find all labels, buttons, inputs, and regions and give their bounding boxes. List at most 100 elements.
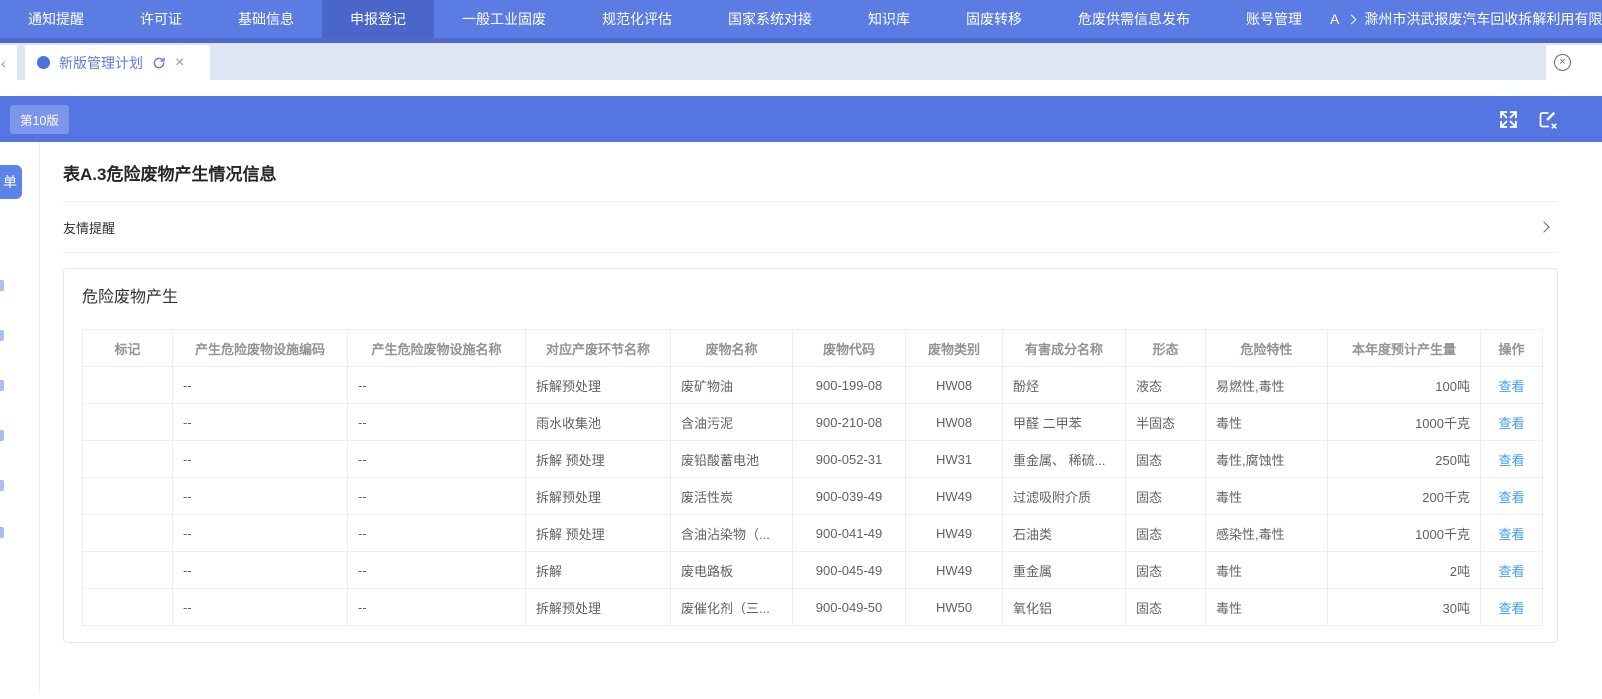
cell-facility-code: -- [173,478,348,515]
waste-generation-card: 危险废物产生 标记产生危险废物设施编码产生危险废物设施名称对应产废环节名称废物名… [63,268,1558,643]
col-mark: 标记 [83,330,173,367]
view-link[interactable]: 查看 [1498,564,1524,579]
breadcrumb-prefix[interactable]: A [1330,11,1339,27]
version-badge[interactable]: 第10版 [10,105,69,134]
nav-item-7[interactable]: 知识库 [840,0,938,38]
cell-waste-name: 废催化剂（三... [671,589,793,626]
nav-item-2[interactable]: 基础信息 [210,0,322,38]
cell-waste-category: HW50 [906,589,1003,626]
cell-form: 半固态 [1126,404,1206,441]
col-hazard: 危险特性 [1206,330,1328,367]
cell-hazard: 易燃性,毒性 [1206,367,1328,404]
view-link[interactable]: 查看 [1498,527,1524,542]
cell-waste-code: 900-039-49 [793,478,906,515]
cell-waste-name: 含油污泥 [671,404,793,441]
cell-mark [83,367,173,404]
cell-process-name: 雨水收集池 [526,404,671,441]
cell-components: 重金属 [1003,552,1126,589]
nav-shade-strip [0,38,1602,43]
cell-waste-code: 900-199-08 [793,367,906,404]
edit-cancel-icon[interactable] [1537,109,1558,130]
tab-label: 新版管理计划 [59,53,143,73]
cell-amount: 2吨 [1328,552,1481,589]
cell-waste-name: 废铅酸蓄电池 [671,441,793,478]
tab-tools[interactable]: × [1546,45,1602,80]
cell-waste-category: HW31 [906,441,1003,478]
cell-form: 固态 [1126,515,1206,552]
table-row: ----拆解 预处理废铅酸蓄电池900-052-31HW31重金属、 稀硫...… [83,441,1543,478]
cell-facility-name: -- [348,515,526,552]
table-row: ----雨水收集池含油污泥900-210-08HW08甲醛 二甲苯半固态毒性10… [83,404,1543,441]
cell-waste-code: 900-049-50 [793,589,906,626]
cell-process-name: 拆解预处理 [526,367,671,404]
cell-facility-code: -- [173,589,348,626]
cell-amount: 100吨 [1328,367,1481,404]
cell-amount: 200千克 [1328,478,1481,515]
view-link[interactable]: 查看 [1498,416,1524,431]
cell-facility-code: -- [173,367,348,404]
nav-item-1[interactable]: 许可证 [112,0,210,38]
cell-process-name: 拆解预处理 [526,589,671,626]
view-link[interactable]: 查看 [1498,379,1524,394]
fullscreen-expand-icon[interactable] [1498,109,1519,130]
cell-components: 甲醛 二甲苯 [1003,404,1126,441]
col-facility-code: 产生危险废物设施编码 [173,330,348,367]
nav-item-8[interactable]: 固废转移 [938,0,1050,38]
nav-item-3[interactable]: 申报登记 [322,0,434,43]
cell-hazard: 毒性 [1206,478,1328,515]
cell-form: 固态 [1126,478,1206,515]
cell-waste-category: HW49 [906,478,1003,515]
chevron-right-icon [1538,221,1549,232]
reminder-collapse-row[interactable]: 友情提醒 [63,201,1558,253]
tab-active-dot-icon [37,56,50,69]
col-waste-category: 废物类别 [906,330,1003,367]
cell-form: 固态 [1126,552,1206,589]
col-facility-name: 产生危险废物设施名称 [348,330,526,367]
cell-mark [83,515,173,552]
cell-waste-category: HW49 [906,552,1003,589]
menu-toggle-button[interactable]: 单 [0,165,22,199]
cell-components: 重金属、 稀硫... [1003,441,1126,478]
cell-waste-code: 900-041-49 [793,515,906,552]
cell-amount: 30吨 [1328,589,1481,626]
col-waste-code: 废物代码 [793,330,906,367]
nav-item-6[interactable]: 国家系统对接 [700,0,840,38]
nav-item-4[interactable]: 一般工业固废 [434,0,574,38]
close-all-tabs-icon[interactable]: × [1554,54,1571,71]
cell-hazard: 毒性,腐蚀性 [1206,441,1328,478]
cell-hazard: 感染性,毒性 [1206,515,1328,552]
cell-form: 固态 [1126,589,1206,626]
cell-components: 氧化铝 [1003,589,1126,626]
view-link[interactable]: 查看 [1498,601,1524,616]
cell-action: 查看 [1481,515,1543,552]
sidebar-item-fragment [0,430,4,441]
cell-facility-name: -- [348,404,526,441]
cell-action: 查看 [1481,478,1543,515]
view-link[interactable]: 查看 [1498,453,1524,468]
col-action: 操作 [1481,330,1543,367]
view-link[interactable]: 查看 [1498,490,1524,505]
refresh-icon[interactable] [152,56,166,70]
cell-amount: 1000千克 [1328,404,1481,441]
nav-item-10[interactable]: 账号管理 [1218,0,1330,38]
cell-facility-code: -- [173,515,348,552]
sidebar-item-fragment [0,280,4,291]
cell-waste-category: HW49 [906,515,1003,552]
tab-management-plan[interactable]: 新版管理计划 × [25,45,210,80]
cell-process-name: 拆解 [526,552,671,589]
top-nav: 通知提醒许可证基础信息申报登记一般工业固废规范化评估国家系统对接知识库固废转移危… [0,0,1602,38]
cell-components: 石油类 [1003,515,1126,552]
page-title: 表A.3危险废物产生情况信息 [63,142,1558,185]
nav-item-5[interactable]: 规范化评估 [574,0,700,38]
cell-process-name: 拆解 预处理 [526,515,671,552]
table-row: ----拆解预处理废活性炭900-039-49HW49过滤吸附介质固态毒性200… [83,478,1543,515]
cell-components: 过滤吸附介质 [1003,478,1126,515]
cell-process-name: 拆解预处理 [526,478,671,515]
cell-facility-code: -- [173,552,348,589]
tab-scroll-left-button[interactable]: ‹ [0,45,17,80]
tab-close-icon[interactable]: × [175,55,184,71]
nav-item-0[interactable]: 通知提醒 [0,0,112,38]
nav-item-9[interactable]: 危废供需信息发布 [1050,0,1218,38]
cell-facility-name: -- [348,589,526,626]
reminder-label: 友情提醒 [63,218,115,237]
